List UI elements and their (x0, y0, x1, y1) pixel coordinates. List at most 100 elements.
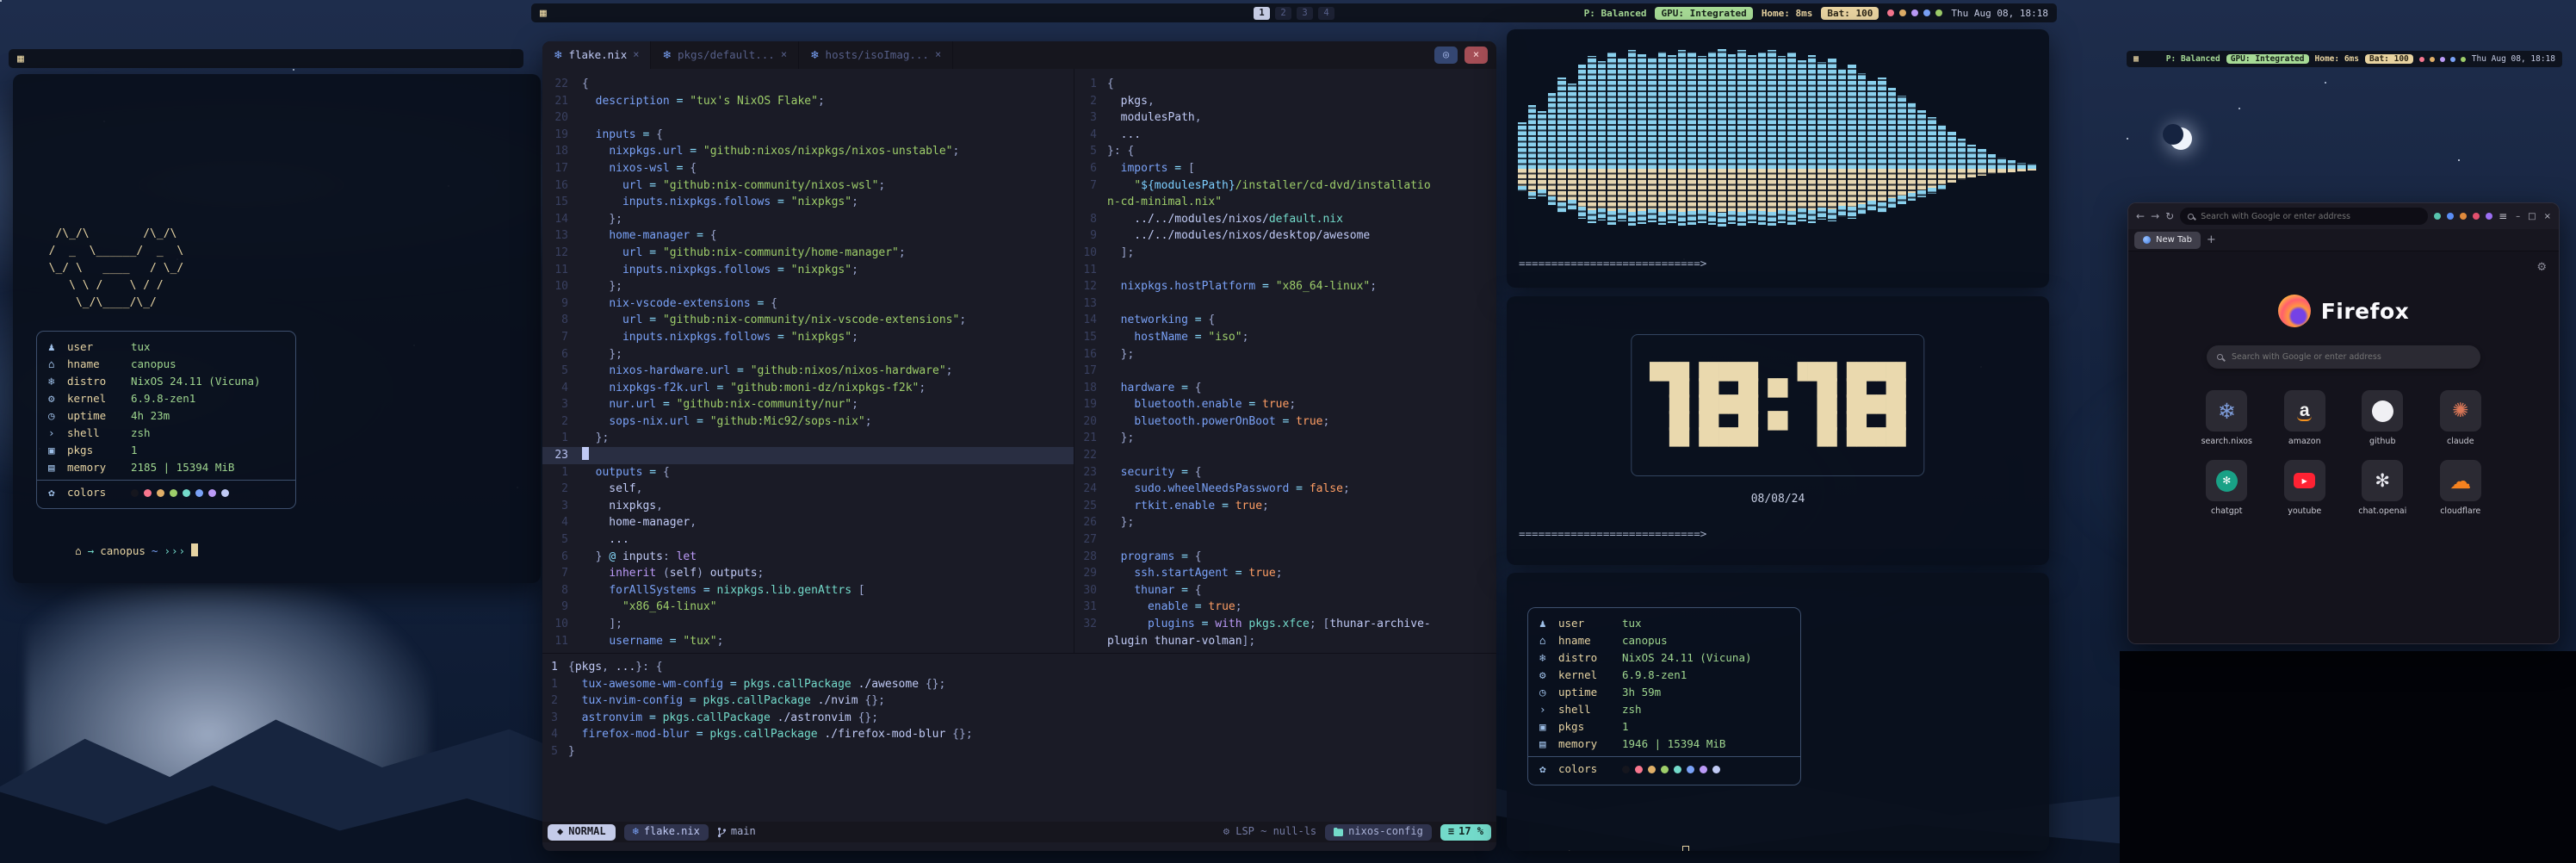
code-line[interactable]: 7 inputs.nixpkgs.follows = "nixpkgs"; (542, 329, 1074, 346)
personalize-gear-icon[interactable]: ⚙ (2536, 261, 2547, 274)
workspace-button-1[interactable]: 1 (1254, 7, 1270, 20)
code-line[interactable]: 19 inputs = { (542, 127, 1074, 144)
code-line[interactable]: 4 nixpkgs-f2k.url = "github:moni-dz/nixp… (542, 380, 1074, 397)
code-line[interactable]: 5}: { (1074, 143, 1496, 160)
editor-tab-pkgs/default...[interactable]: ❄pkgs/default...× (651, 41, 799, 69)
code-line[interactable]: 5 ... (542, 531, 1074, 549)
extension-icon[interactable] (2447, 213, 2454, 220)
code-line[interactable]: 1 }; (542, 430, 1074, 447)
maximize-button[interactable]: □ (2528, 212, 2536, 221)
power-profile-widget[interactable]: P: Balanced (1584, 8, 1647, 19)
tab-close-icon[interactable]: × (935, 47, 941, 64)
editor-pane-flake[interactable]: 22{21 description = "tux's NixOS Flake";… (542, 69, 1074, 653)
code-line[interactable]: 17 nixos-wsl = { (542, 160, 1074, 177)
cava-visualizer-window[interactable]: ============================> Playing: f… (1507, 29, 2049, 288)
code-line[interactable]: 23 (542, 447, 1074, 464)
code-line[interactable]: 25 rtkit.enable = true; (1074, 498, 1496, 515)
workspace-button-3[interactable]: 3 (1297, 7, 1313, 20)
code-line[interactable]: 8 url = "github:nix-community/nix-vscode… (542, 312, 1074, 329)
code-line[interactable]: 13 (1074, 295, 1496, 313)
code-line[interactable]: 17 (1074, 363, 1496, 380)
code-line[interactable]: 11 inputs.nixpkgs.follows = "nixpkgs"; (542, 262, 1074, 279)
newtab-search-input[interactable] (2230, 351, 2470, 363)
code-line[interactable]: 1{ (1074, 76, 1496, 93)
code-line[interactable]: n-cd-minimal.nix" (1074, 194, 1496, 211)
code-line[interactable]: 10 }; (542, 278, 1074, 295)
code-line[interactable]: 8 ../../modules/nixos/default.nix (1074, 211, 1496, 228)
code-line[interactable]: 3 modulesPath, (1074, 109, 1496, 127)
clock-widget[interactable]: Thu Aug 08, 18:18 (2472, 54, 2555, 64)
code-line[interactable]: 5} (542, 743, 1496, 761)
code-line[interactable]: 6 } @ inputs: let (542, 549, 1074, 566)
tray-icon-4[interactable] (1935, 9, 1942, 16)
terminal-fastfetch-window[interactable]: /\_/\ /\_/\ / _ \______/ _ \ \_/ \ ____ … (13, 74, 541, 583)
back-button[interactable]: ← (2136, 210, 2145, 222)
refresh-button[interactable]: ↻ (2165, 210, 2174, 222)
code-line[interactable]: 30 thunar = { (1074, 582, 1496, 599)
close-button[interactable]: × (2544, 212, 2551, 221)
code-line[interactable]: 16 }; (1074, 346, 1496, 363)
tray-icon-3[interactable] (1923, 9, 1930, 16)
launcher-icon[interactable]: ▦ (17, 53, 24, 65)
tray-icon-1[interactable] (2430, 57, 2435, 62)
shortcut-chat.openai[interactable]: ✻chat.openai (2358, 460, 2406, 516)
code-line[interactable]: 7 "${modulesPath}/installer/cd-dvd/insta… (1074, 177, 1496, 195)
terminal-fastfetch-window-2[interactable]: ♟usertux⌂hnamecanopus❄distroNixOS 24.11 … (1507, 573, 2049, 851)
code-line[interactable]: 6 imports = [ (1074, 160, 1496, 177)
code-line[interactable]: 5 nixos-hardware.url = "github:nixos/nix… (542, 363, 1074, 380)
battery-widget[interactable]: Bat: 100 (1821, 7, 1879, 20)
clock-window[interactable]: ████ ██████ ████ ██████ ██ ██ ██ ██ ██ █… (1507, 296, 2049, 565)
code-line[interactable]: 7 inherit (self) outputs; (542, 565, 1074, 582)
code-line[interactable]: 1{pkgs, ...}: { (542, 659, 1496, 676)
shortcut-chatgpt[interactable]: ✻chatgpt (2206, 460, 2247, 516)
editor-pane-pkgs[interactable]: 1{pkgs, ...}: {1 tux-awesome-wm-config =… (542, 653, 1496, 761)
code-line[interactable]: 22{ (542, 76, 1074, 93)
extension-icon[interactable] (2460, 213, 2467, 220)
firefox-window[interactable]: ← → ↻ ≡ – □ × New Tab + (2127, 202, 2560, 644)
code-line[interactable]: 9 "x86_64-linux" (542, 599, 1074, 616)
extension-icon[interactable] (2473, 213, 2480, 220)
shortcut-search.nixos[interactable]: ❄search.nixos (2201, 390, 2252, 446)
code-line[interactable]: 15 inputs.nixpkgs.follows = "nixpkgs"; (542, 194, 1074, 211)
code-line[interactable]: plugin thunar-volman]; (1074, 633, 1496, 650)
shell-prompt[interactable]: ⌂→canopus~››› (1527, 828, 1689, 851)
code-line[interactable]: 6 }; (542, 346, 1074, 363)
code-line[interactable]: 12 url = "github:nix-community/home-mana… (542, 245, 1074, 262)
code-line[interactable]: 10 ]; (1074, 245, 1496, 262)
newtab-search-bar[interactable] (2207, 345, 2480, 369)
code-line[interactable]: 22 (1074, 447, 1496, 464)
view-toggle-button[interactable]: ◎ (1434, 47, 1458, 64)
gpu-widget[interactable]: GPU: Integrated (2226, 54, 2309, 64)
tray-icon-2[interactable] (1911, 9, 1918, 16)
code-line[interactable]: 27 (1074, 531, 1496, 549)
editor-tab-hosts/isoImag...[interactable]: ❄hosts/isoImag...× (799, 41, 953, 69)
shortcut-github[interactable]: github (2362, 390, 2403, 446)
shortcut-youtube[interactable]: ▶youtube (2284, 460, 2325, 516)
shortcut-claude[interactable]: ✺claude (2440, 390, 2481, 446)
code-line[interactable]: 21 }; (1074, 430, 1496, 447)
workspace-button-4[interactable]: 4 (1318, 7, 1334, 20)
panel-close-button[interactable]: × (1464, 47, 1488, 64)
tab-close-icon[interactable]: × (781, 47, 787, 64)
extension-icon[interactable] (2434, 213, 2441, 220)
launcher-icon[interactable]: ▦ (540, 8, 547, 19)
shortcut-cloudflare[interactable]: ☁cloudflare (2440, 460, 2481, 516)
shell-prompt[interactable]: ⌂→canopus~››› (36, 525, 198, 576)
code-line[interactable]: 8 forAllSystems = nixpkgs.lib.genAttrs [ (542, 582, 1074, 599)
editor-tab-flake.nix[interactable]: ❄flake.nix× (542, 41, 651, 69)
tray-icon-2[interactable] (2440, 57, 2445, 62)
tray-icon-1[interactable] (1899, 9, 1906, 16)
code-line[interactable]: 4 firefox-mod-blur = pkgs.callPackage ./… (542, 726, 1496, 743)
code-line[interactable]: 1 outputs = { (542, 464, 1074, 481)
code-line[interactable]: 9 ../../modules/nixos/desktop/awesome (1074, 227, 1496, 245)
code-line[interactable]: 28 programs = { (1074, 549, 1496, 566)
code-line[interactable]: 3 nur.url = "github:nix-community/nur"; (542, 396, 1074, 413)
code-line[interactable]: 14 networking = { (1074, 312, 1496, 329)
shortcut-amazon[interactable]: aamazon (2284, 390, 2325, 446)
tray-icon-3[interactable] (2450, 57, 2455, 62)
power-profile-widget[interactable]: P: Balanced (2166, 54, 2220, 64)
code-line[interactable]: 14 }; (542, 211, 1074, 228)
tray-icon-0[interactable] (2419, 57, 2424, 62)
code-line[interactable]: 3 astronvim = pkgs.callPackage ./astronv… (542, 710, 1496, 727)
code-line[interactable]: 26 }; (1074, 514, 1496, 531)
